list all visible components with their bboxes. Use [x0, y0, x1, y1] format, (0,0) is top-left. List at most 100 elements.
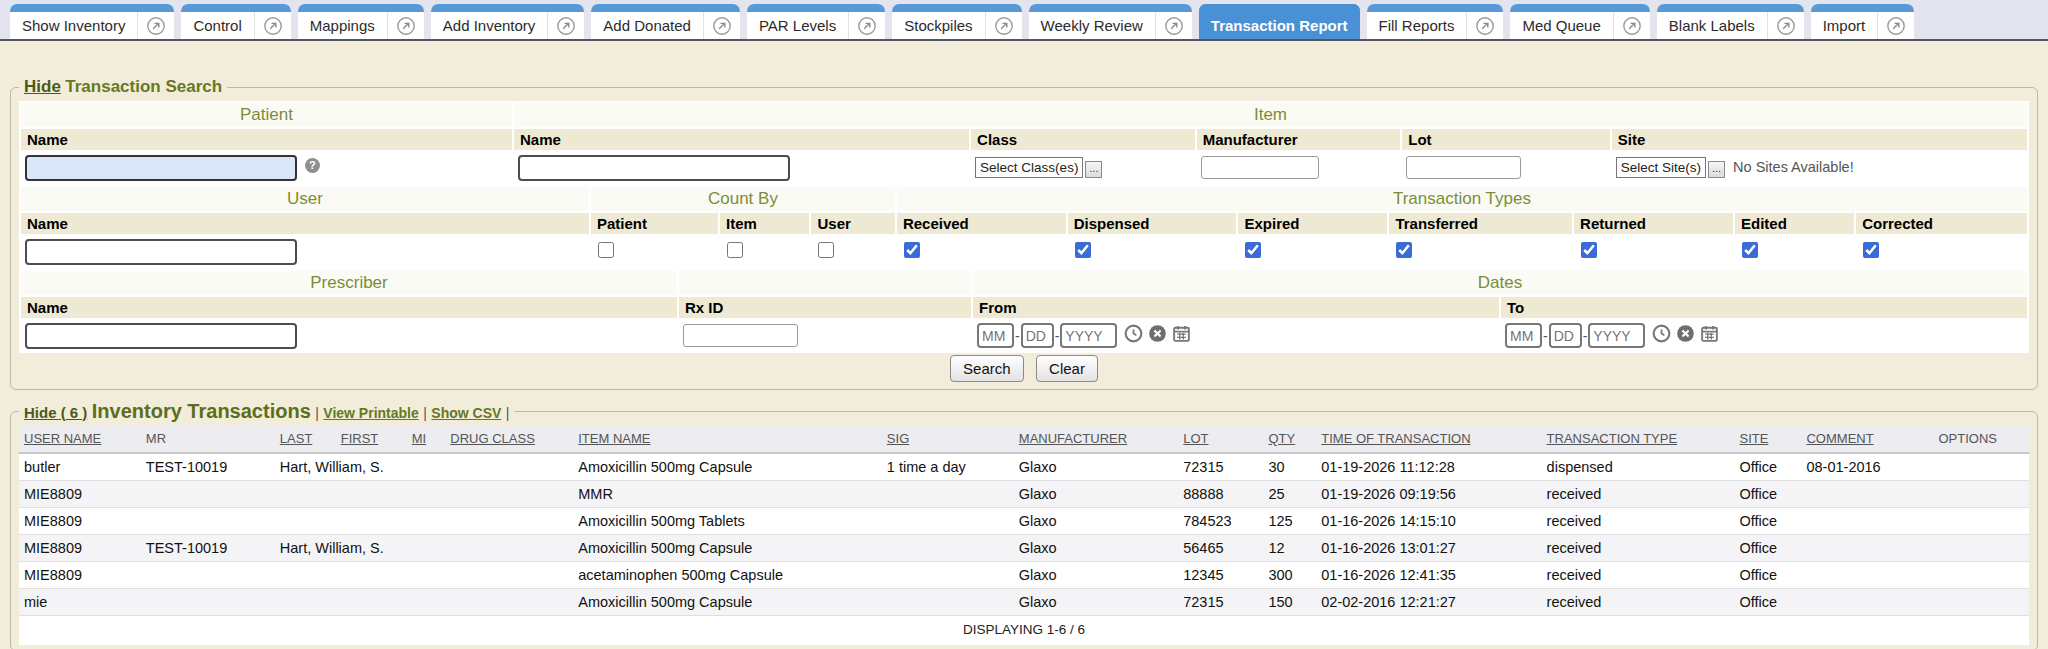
- user-name-input[interactable]: [25, 239, 297, 265]
- col-lot[interactable]: LOT: [1178, 425, 1263, 453]
- to-time-icon[interactable]: [1652, 324, 1671, 347]
- table-row: MIE8809 MMR Glaxo 88888 25 01-19-2026 09…: [19, 481, 2029, 508]
- open-new-window-icon[interactable]: [388, 16, 424, 36]
- select-sites-box[interactable]: Select Site(s): [1616, 157, 1706, 178]
- col-user-name[interactable]: USER NAME: [19, 425, 141, 453]
- count-by-patient-checkbox[interactable]: [598, 242, 614, 258]
- select-classes-browse-button[interactable]: ...: [1085, 161, 1102, 178]
- open-new-window-icon[interactable]: [255, 16, 291, 36]
- type-edited-checkbox[interactable]: [1742, 242, 1758, 258]
- tab-accent: [1367, 4, 1504, 12]
- from-month-input[interactable]: [977, 323, 1014, 348]
- open-new-window-icon[interactable]: [704, 16, 740, 36]
- col-last[interactable]: LAST: [275, 425, 336, 453]
- to-clear-icon[interactable]: [1676, 324, 1695, 347]
- help-icon[interactable]: ?: [304, 157, 321, 178]
- cell-site: Office: [1734, 508, 1801, 535]
- tab-transaction-report[interactable]: Transaction Report: [1199, 4, 1360, 39]
- search-band-patient-item: Patient Item Name Name Class Manufacture…: [19, 101, 2029, 185]
- tab-mappings[interactable]: Mappings: [298, 4, 424, 39]
- select-sites-browse-button[interactable]: ...: [1708, 161, 1725, 178]
- clear-button[interactable]: Clear: [1036, 355, 1098, 382]
- open-new-window-icon[interactable]: [849, 16, 885, 36]
- from-clear-icon[interactable]: [1148, 324, 1167, 347]
- hide-results-link[interactable]: Hide ( 6 ): [24, 404, 87, 421]
- open-new-window-icon[interactable]: [1467, 16, 1503, 36]
- prescriber-name-input[interactable]: [25, 323, 297, 349]
- tab-add-donated[interactable]: Add Donated: [591, 4, 740, 39]
- select-classes-box[interactable]: Select Class(es): [975, 157, 1083, 178]
- rx-id-input[interactable]: [683, 324, 798, 347]
- count-by-user-checkbox[interactable]: [818, 242, 834, 258]
- tab-par-levels[interactable]: PAR Levels: [747, 4, 885, 39]
- spacer-cell: [679, 271, 971, 295]
- col-options: OPTIONS: [1933, 425, 2029, 453]
- type-expired-checkbox[interactable]: [1245, 242, 1261, 258]
- patient-name-input[interactable]: [25, 155, 297, 181]
- search-button[interactable]: Search: [950, 355, 1024, 382]
- type-returned-checkbox[interactable]: [1581, 242, 1597, 258]
- open-new-window-icon[interactable]: [1878, 16, 1914, 36]
- type-received-checkbox[interactable]: [904, 242, 920, 258]
- tab-stockpiles[interactable]: Stockpiles: [892, 4, 1021, 39]
- from-day-input[interactable]: [1021, 323, 1054, 348]
- tab-add-inventory[interactable]: Add Inventory: [431, 4, 585, 39]
- type-transferred-label: Transferred: [1389, 213, 1572, 234]
- view-printable-link[interactable]: View Printable: [323, 405, 418, 421]
- col-drug-class[interactable]: DRUG CLASS: [445, 425, 573, 453]
- lot-input[interactable]: [1406, 156, 1521, 179]
- cell-user-name: MIE8809: [19, 508, 141, 535]
- tab-fill-reports[interactable]: Fill Reports: [1367, 4, 1504, 39]
- item-name-input[interactable]: [518, 155, 790, 181]
- tab-show-inventory[interactable]: Show Inventory: [10, 4, 174, 39]
- cell-drug-class: [445, 508, 573, 535]
- open-new-window-icon[interactable]: [138, 16, 174, 36]
- col-mi[interactable]: MI: [407, 425, 446, 453]
- cell-user-name: butler: [19, 453, 141, 481]
- tab-label: Weekly Review: [1029, 17, 1155, 34]
- col-comment[interactable]: COMMENT: [1801, 425, 1933, 453]
- tab-med-queue[interactable]: Med Queue: [1510, 4, 1649, 39]
- item-manufacturer-label: Manufacturer: [1197, 129, 1401, 150]
- tab-accent: [431, 4, 585, 12]
- type-corrected-checkbox[interactable]: [1863, 242, 1879, 258]
- from-time-icon[interactable]: [1124, 324, 1143, 347]
- open-new-window-icon[interactable]: [1614, 16, 1650, 36]
- col-transaction-type[interactable]: TRANSACTION TYPE: [1542, 425, 1735, 453]
- tab-label: Add Donated: [591, 17, 703, 34]
- col-time-of-transaction[interactable]: TIME OF TRANSACTION: [1316, 425, 1541, 453]
- to-year-input[interactable]: [1588, 323, 1645, 348]
- manufacturer-input[interactable]: [1201, 156, 1319, 179]
- type-transferred-checkbox[interactable]: [1396, 242, 1412, 258]
- to-month-input[interactable]: [1505, 323, 1542, 348]
- show-csv-link[interactable]: Show CSV: [431, 405, 501, 421]
- from-year-input[interactable]: [1060, 323, 1117, 348]
- count-by-item-checkbox[interactable]: [727, 242, 743, 258]
- to-calendar-icon[interactable]: [1700, 324, 1719, 347]
- prescriber-name-label: Name: [21, 297, 677, 318]
- type-dispensed-checkbox[interactable]: [1075, 242, 1091, 258]
- cell-name: Hart, William, S.: [275, 535, 446, 562]
- cell-time: 01-16-2026 14:15:10: [1316, 508, 1541, 535]
- open-new-window-icon[interactable]: [548, 16, 584, 36]
- cell-name: [275, 589, 446, 616]
- col-site[interactable]: SITE: [1734, 425, 1801, 453]
- from-calendar-icon[interactable]: [1172, 324, 1191, 347]
- col-sig[interactable]: SIG: [882, 425, 1014, 453]
- col-item-name[interactable]: ITEM NAME: [573, 425, 882, 453]
- cell-mr: TEST-10019: [141, 535, 275, 562]
- search-buttons-row: Search Clear: [19, 355, 2029, 382]
- col-qty[interactable]: QTY: [1263, 425, 1316, 453]
- open-new-window-icon[interactable]: [1156, 16, 1192, 36]
- item-site-label: Site: [1612, 129, 2027, 150]
- tab-weekly-review[interactable]: Weekly Review: [1029, 4, 1192, 39]
- to-day-input[interactable]: [1549, 323, 1582, 348]
- open-new-window-icon[interactable]: [1768, 16, 1804, 36]
- tab-blank-labels[interactable]: Blank Labels: [1657, 4, 1804, 39]
- tab-control[interactable]: Control: [181, 4, 290, 39]
- open-new-window-icon[interactable]: [986, 16, 1022, 36]
- hide-search-link[interactable]: Hide: [24, 77, 61, 96]
- col-manufacturer[interactable]: MANUFACTURER: [1014, 425, 1178, 453]
- tab-import[interactable]: Import: [1811, 4, 1915, 39]
- col-first[interactable]: FIRST: [336, 425, 407, 453]
